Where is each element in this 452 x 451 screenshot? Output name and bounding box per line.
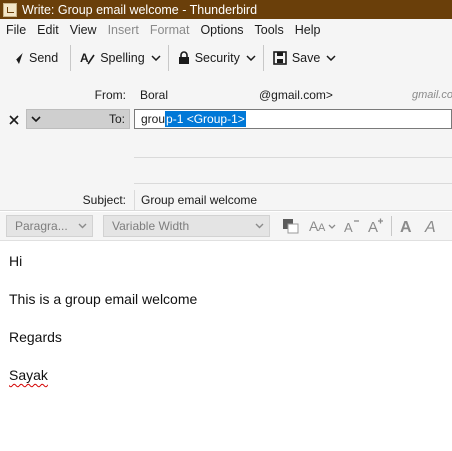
body-line-closing: Regards [9,329,62,345]
toolbar-separator [70,45,72,71]
security-label: Security [194,51,240,65]
menu-view[interactable]: View [64,23,102,37]
send-button[interactable]: Send [6,45,62,71]
svg-text:A: A [424,219,436,234]
remove-recipient-button[interactable] [6,112,22,128]
chevron-down-icon [78,223,87,229]
menu-tools[interactable]: Tools [249,23,289,37]
svg-text:A: A [80,51,89,65]
close-icon [9,115,19,125]
save-icon [273,51,287,65]
compose-toolbar: Send A Spelling Security Save [0,40,452,76]
toolbar-separator [262,45,264,71]
text-color-icon [283,219,299,234]
chevron-down-icon [151,55,161,61]
font-size-button[interactable]: A A [308,215,338,237]
menu-help[interactable]: Help [289,23,326,37]
from-extra: gmail.co [412,89,452,101]
from-name: Boral [140,88,169,102]
increase-font-icon: A [368,218,383,234]
to-autocomplete-selection: p-1 <Group-1> [165,111,246,127]
recipient-type-label: To: [108,112,125,126]
svg-text:A: A [344,220,353,234]
chevron-down-icon [246,55,256,61]
address-header: From: Boral @gmail.com> gmail.co To: gro… [0,76,452,211]
subject-input[interactable]: Group email welcome [134,190,452,210]
bold-icon: A [400,219,412,234]
security-dropdown[interactable] [244,45,258,71]
spelling-button[interactable]: A Spelling [76,45,148,71]
svg-text:A: A [318,222,326,234]
menu-format[interactable]: Format [144,23,195,37]
bold-button[interactable]: A [397,215,417,237]
increase-font-size-button[interactable]: A [366,215,386,237]
send-label: Send [29,51,59,65]
from-selector[interactable]: Boral @gmail.com> gmail.co [134,86,452,104]
save-label: Save [291,51,321,65]
paragraph-format-select[interactable]: Paragra... [6,215,93,237]
recipient-type-select[interactable]: To: [26,109,130,129]
address-row-divider [134,157,452,158]
paragraph-format-label: Paragra... [15,219,68,233]
toolbar-separator [167,45,169,71]
menu-file[interactable]: File [0,23,31,37]
text-color-button[interactable] [280,215,302,237]
menu-insert[interactable]: Insert [102,23,144,37]
lock-icon [178,51,189,64]
menu-options[interactable]: Options [194,23,248,37]
save-dropdown[interactable] [324,45,338,71]
title-bar: Write: Group email welcome - Thunderbird [0,0,452,19]
body-line-message: This is a group email welcome [9,291,198,307]
italic-icon: A [424,219,436,234]
svg-text:A: A [400,219,412,234]
decrease-font-icon: A [344,220,359,234]
body-line-greeting: Hi [9,253,23,269]
from-label: From: [94,88,126,102]
italic-button[interactable]: A [423,215,441,237]
format-separator [391,216,392,236]
subject-text: Group email welcome [141,193,258,207]
send-icon [11,51,24,64]
menu-edit[interactable]: Edit [31,23,64,37]
chevron-down-icon [255,223,264,229]
font-size-icon: A A [309,218,336,234]
chevron-down-icon [31,116,41,122]
menu-bar: File Edit View Insert Format Options Too… [0,19,452,40]
from-email: @gmail.com> [259,88,333,102]
format-toolbar: Paragra... Variable Width A A A A A A [0,212,452,241]
compose-window-icon [3,2,17,17]
to-address-input[interactable]: grou p-1 <Group-1> [134,109,452,129]
chevron-down-icon [326,55,336,61]
spelling-icon: A [80,51,95,65]
svg-text:A: A [368,219,378,234]
spelling-dropdown[interactable] [149,45,163,71]
window-title: Write: Group email welcome - Thunderbird [22,2,258,17]
decrease-font-size-button[interactable]: A [342,215,362,237]
address-row-divider [134,183,452,184]
body-line-signature: Sayak [9,367,48,383]
font-family-select[interactable]: Variable Width [103,215,270,237]
message-body-editor[interactable]: Hi This is a group email welcome Regards… [0,242,452,451]
subject-label: Subject: [82,193,126,207]
font-family-label: Variable Width [112,219,190,233]
security-button[interactable]: Security [174,45,244,71]
to-typed-text: grou [141,112,166,126]
spelling-label: Spelling [100,51,145,65]
save-button[interactable]: Save [269,45,325,71]
